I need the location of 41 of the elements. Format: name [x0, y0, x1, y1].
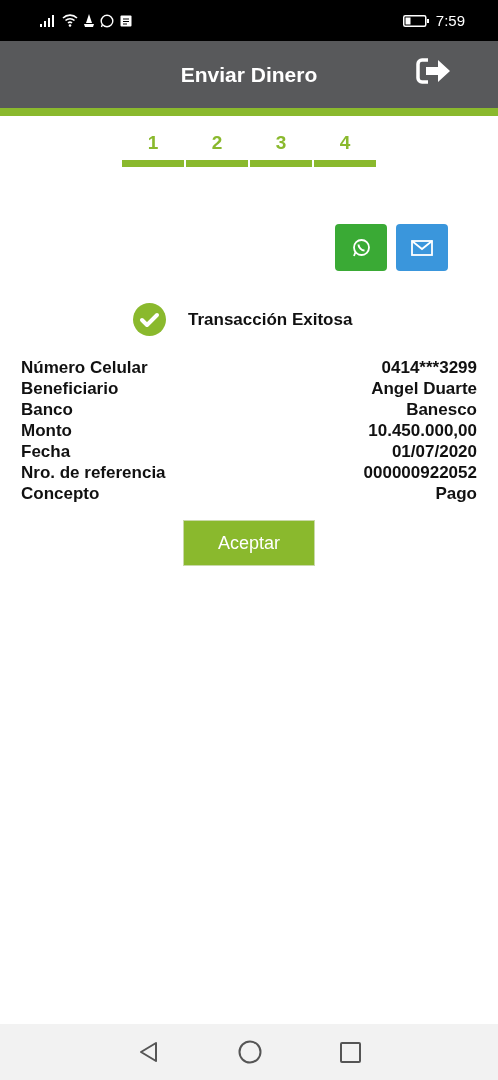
step-bar: [250, 160, 312, 167]
step-number: 2: [211, 132, 223, 154]
home-icon[interactable]: [237, 1040, 262, 1064]
detail-value: 01/07/2020: [391, 441, 477, 462]
detail-value: 0414***3299: [381, 357, 477, 378]
email-share-button[interactable]: [396, 224, 448, 271]
detail-value: Angel Duarte: [371, 378, 477, 399]
detail-label: Monto: [21, 420, 72, 441]
battery-icon: [402, 14, 430, 27]
step-bar: [186, 160, 248, 167]
step-bar: [314, 160, 376, 167]
detail-label: Nro. de referencia: [21, 462, 166, 483]
detail-value: Banesco: [406, 399, 477, 420]
success-message: Transacción Exitosa: [188, 309, 353, 330]
message-icon: [120, 14, 132, 27]
whatsapp-share-button[interactable]: [335, 224, 387, 271]
detail-value: 10.450.000,00: [368, 420, 477, 441]
whatsapp-icon: [351, 237, 371, 258]
signal-icon: [40, 14, 56, 27]
detail-value: 000000922052: [363, 462, 477, 483]
check-icon: [133, 303, 166, 336]
step-bar: [122, 160, 184, 167]
recents-icon[interactable]: [339, 1041, 361, 1063]
screen-title: Enviar Dinero: [180, 62, 318, 87]
detail-label: Número Celular: [21, 357, 148, 378]
step-number: 4: [339, 132, 351, 154]
boat-icon: [84, 14, 94, 27]
whatsapp-icon: [100, 13, 114, 28]
mail-icon: [411, 239, 433, 256]
detail-value: Pago: [435, 483, 477, 504]
wifi-icon: [62, 14, 78, 27]
detail-label: Beneficiario: [21, 378, 119, 399]
step-number: 3: [275, 132, 287, 154]
detail-label: Banco: [21, 399, 73, 420]
detail-label: Concepto: [21, 483, 100, 504]
step-number: 1: [147, 132, 159, 154]
detail-label: Fecha: [21, 441, 71, 462]
logout-icon[interactable]: [416, 57, 452, 85]
accept-button[interactable]: Aceptar: [183, 520, 315, 566]
back-icon[interactable]: [137, 1041, 160, 1063]
status-time: 7:59: [435, 12, 465, 29]
